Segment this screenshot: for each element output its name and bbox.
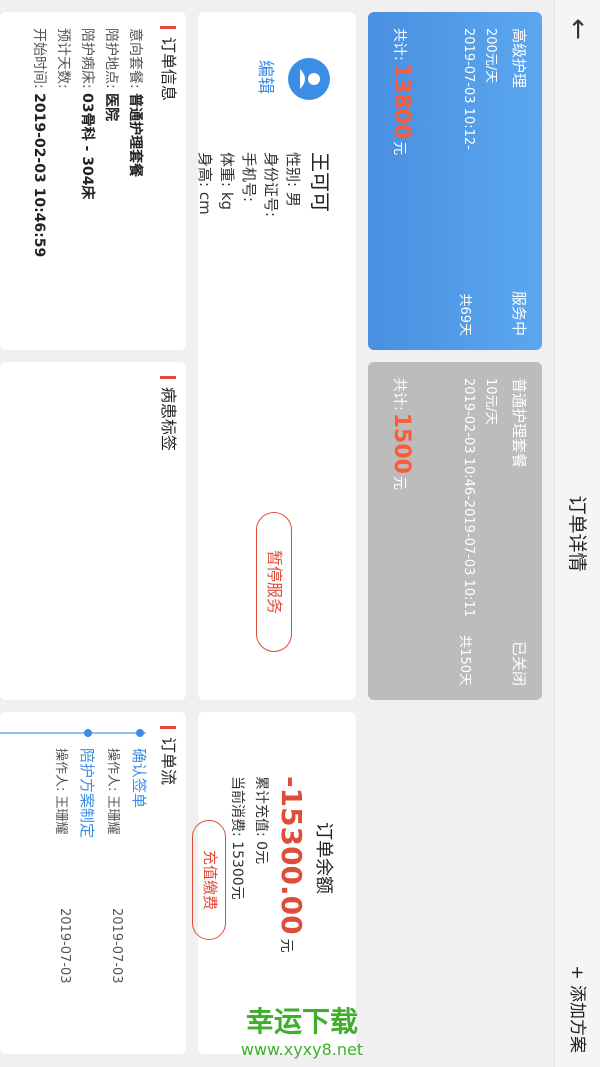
order-package-row: 意向套餐: 普通护理套餐 (126, 28, 146, 177)
plan-total: 共计:13800元 (389, 28, 414, 155)
flow-step-name: 确认签单 (130, 748, 148, 809)
plan-status: 服务中 (510, 290, 528, 336)
patient-gender: 性别: 男 (284, 152, 302, 207)
page-title: 订单详情 (566, 495, 588, 572)
balance-title: 订单余额 (313, 822, 334, 894)
order-flow-card: 订单流 确认签单 操作人: 王珊耀 2019-07-03 陪护方案制定 操作人:… (0, 712, 186, 1054)
patient-height: 身高: cm (196, 152, 214, 215)
order-flow-title: 订单流 (159, 726, 178, 786)
flow-step-time: 2019-07-03 (109, 908, 124, 984)
edit-link[interactable]: 编辑 (255, 60, 280, 94)
label: 开始时间: (31, 28, 47, 89)
plan-period: 2019-02-03 10:46-2019-07-03 10:11 (461, 378, 476, 617)
balance-consumed: 当前消费: 15300元 (229, 776, 245, 900)
plan-total-prefix: 共计: (391, 28, 407, 61)
top-bar: 订单详情 ← + 添加方案 (554, 0, 600, 1067)
value: 03骨科 - 304床 (79, 93, 95, 200)
value: 2019-02-03 10:46:59 (31, 93, 47, 258)
patient-weight: 体重: kg (218, 152, 236, 211)
patient-tags-card: 病患标签 (0, 362, 186, 700)
plan-status: 已关闭 (510, 640, 528, 686)
balance-amount-value: -15300.00 (275, 776, 308, 935)
order-days-row: 预计天数: (54, 28, 74, 89)
order-start-row: 开始时间: 2019-02-03 10:46:59 (30, 28, 50, 257)
plan-card-active[interactable]: 高级护理 服务中 200元/天 2019-07-03 10:12- 共69天 共… (368, 12, 542, 350)
plan-days: 共69天 (457, 293, 472, 336)
plan-total-value: 13800 (389, 62, 414, 140)
value: 普通护理套餐 (127, 93, 143, 178)
label: 预计天数: (55, 28, 71, 89)
balance-recharged: 累计充值: 0元 (253, 776, 269, 865)
watermark-text: 幸运下载 (245, 1005, 358, 1038)
patient-card: 编辑 王可可 性别: 男 身份证号: 手机号: 体重: kg 身高: cm 暂停… (196, 12, 356, 700)
timeline-dot (136, 729, 144, 737)
plan-total-unit: 元 (391, 475, 407, 490)
flow-step-time: 2019-07-03 (57, 908, 72, 984)
patient-tags-title: 病患标签 (159, 376, 178, 452)
watermark: 幸运下载 www.xyxy8.net (222, 1000, 382, 1059)
label: 陪护地点: (103, 28, 119, 89)
order-info-title: 订单信息 (159, 26, 178, 102)
timeline-line (0, 732, 146, 734)
plan-name: 高级护理 (510, 28, 528, 89)
plan-period: 2019-07-03 10:12- (461, 28, 476, 150)
balance-amount: -15300.00 元 (275, 776, 308, 953)
label: 意向套餐: (127, 28, 143, 89)
recharge-button[interactable]: 充值缴费 (192, 820, 226, 940)
flow-step-operator: 操作人: 王珊耀 (105, 748, 120, 835)
pause-service-button[interactable]: 暂停服务 (256, 512, 292, 652)
back-arrow-icon[interactable]: ← (562, 14, 593, 44)
plan-days: 共150天 (457, 635, 472, 686)
order-place-row: 陪护地点: 医院 (102, 28, 122, 121)
patient-phone: 手机号: (240, 152, 258, 203)
plan-total: 共计:1500元 (389, 378, 414, 490)
plan-price: 10元/天 (483, 378, 498, 425)
timeline-dot (84, 729, 92, 737)
patient-name: 王可可 (308, 152, 332, 212)
order-bed-row: 陪护病床: 03骨科 - 304床 (78, 28, 98, 199)
flow-step-name: 陪护方案制定 (78, 748, 96, 839)
label: 陪护病床: (79, 28, 95, 89)
watermark-url: www.xyxy8.net (240, 1040, 364, 1059)
balance-unit: 元 (278, 938, 294, 953)
plan-price: 200元/天 (483, 28, 498, 84)
patient-id: 身份证号: (262, 152, 280, 218)
plan-name: 普通护理套餐 (510, 378, 528, 469)
plan-total-value: 1500 (389, 412, 414, 474)
order-info-card: 订单信息 意向套餐: 普通护理套餐 陪护地点: 医院 陪护病床: 03骨科 - … (0, 12, 186, 350)
value: 医院 (103, 93, 119, 122)
add-plan-button[interactable]: + 添加方案 (554, 965, 600, 1053)
plan-total-prefix: 共计: (391, 378, 407, 411)
plan-total-unit: 元 (391, 141, 407, 156)
flow-step-operator: 操作人: 王珊耀 (53, 748, 68, 835)
plan-card-closed[interactable]: 普通护理套餐 已关闭 10元/天 2019-02-03 10:46-2019-0… (368, 362, 542, 700)
avatar-icon (288, 58, 330, 100)
